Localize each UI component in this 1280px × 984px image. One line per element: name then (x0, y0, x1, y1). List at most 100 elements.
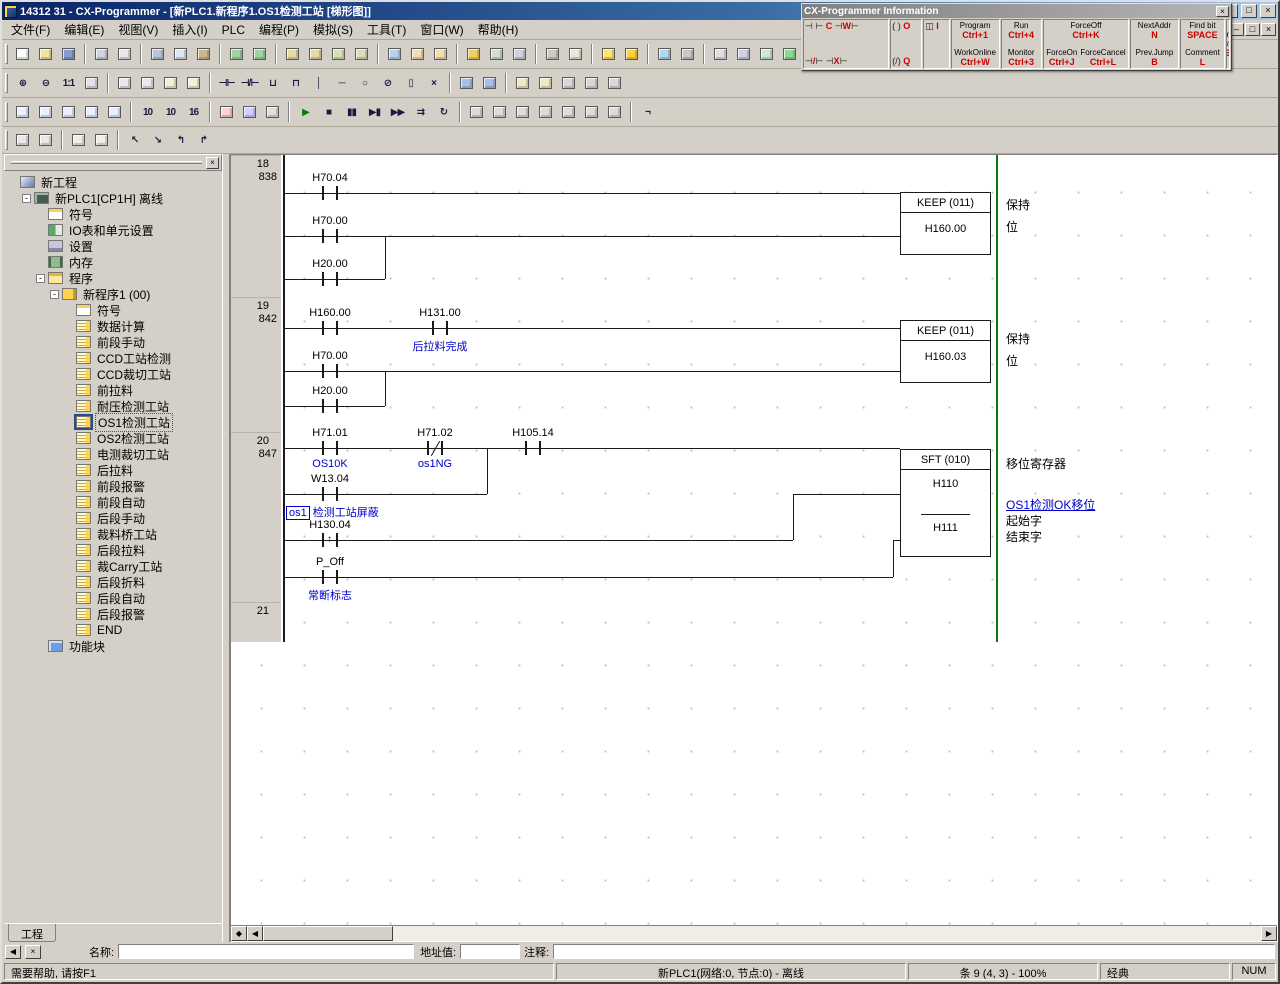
tree-item[interactable]: 前段手动 (4, 334, 222, 350)
mdi-restore-button[interactable]: □ (1245, 23, 1260, 36)
trace-4-button[interactable] (534, 101, 557, 123)
find-bit-address-button[interactable] (327, 43, 350, 65)
tree-item[interactable]: 后段自动 (4, 590, 222, 606)
expand-sections-button[interactable] (67, 129, 90, 151)
tree-item[interactable]: -新PLC1[CP1H] 离线 (4, 190, 222, 206)
tree-item[interactable]: 新工程 (4, 174, 222, 190)
tree-item[interactable]: 前段报警 (4, 478, 222, 494)
display-signed-decimal-button[interactable]: 10 (159, 101, 182, 123)
toolbar-grip[interactable] (5, 73, 8, 93)
new-open-contact-button[interactable]: ⊣⊢ (215, 72, 238, 94)
toolbar-grip[interactable] (5, 44, 8, 64)
go-rung-top-button[interactable]: ↖ (123, 129, 146, 151)
new-horizontal-line-button[interactable]: ─ (330, 72, 353, 94)
tree-item[interactable]: 后段折料 (4, 574, 222, 590)
save-button[interactable] (57, 43, 80, 65)
tree-item[interactable]: END (4, 622, 222, 638)
online-edit-send-button[interactable] (580, 72, 603, 94)
show-comments-button[interactable] (159, 72, 182, 94)
cross-reference-button[interactable] (508, 43, 531, 65)
ladder-contact[interactable] (322, 399, 324, 413)
rung-number-cell[interactable]: 21 (231, 602, 281, 642)
tree-expander-icon[interactable]: - (22, 194, 31, 203)
ladder-contact[interactable] (322, 321, 324, 335)
ladder-contact[interactable] (322, 229, 324, 243)
new-closed-contact-button[interactable]: ⊣/⊢ (238, 72, 261, 94)
scroll-left-button[interactable]: ◀ (247, 926, 263, 941)
find-button[interactable] (281, 43, 304, 65)
trace-2-button[interactable] (488, 101, 511, 123)
information-close-button[interactable]: × (1216, 6, 1229, 17)
cascade-windows-button[interactable] (34, 101, 57, 123)
monitor-button[interactable] (653, 43, 676, 65)
rung-wrap-button[interactable] (136, 72, 159, 94)
tree-item[interactable]: 前段自动 (4, 494, 222, 510)
scrollbar-track[interactable] (393, 926, 1261, 941)
menu-item[interactable]: 编程(P) (252, 19, 306, 40)
menu-item[interactable]: 文件(F) (4, 19, 57, 40)
ladder-contact[interactable] (336, 272, 338, 286)
ladder-contact[interactable] (432, 321, 434, 335)
trace-6-button[interactable] (580, 101, 603, 123)
stop-button[interactable]: ■ (317, 101, 340, 123)
zoom-out-button[interactable]: ⊖ (34, 72, 57, 94)
new-closed-coil-button[interactable]: ⊘ (376, 72, 399, 94)
ladder-contact[interactable] (525, 441, 527, 455)
ladder-contact[interactable] (336, 441, 338, 455)
undo-button[interactable] (225, 43, 248, 65)
about-button[interactable] (383, 43, 406, 65)
field-clear-button[interactable]: × (25, 945, 41, 959)
insert-rung-below-button[interactable] (34, 129, 57, 151)
tree-item[interactable]: -程序 (4, 270, 222, 286)
tree-item[interactable]: 符号 (4, 206, 222, 222)
new-function-block-button[interactable] (455, 72, 478, 94)
new-closed-or-contact-button[interactable]: ⊓ (284, 72, 307, 94)
trace-3-button[interactable] (511, 101, 534, 123)
ladder-contact[interactable] (322, 487, 324, 501)
collapse-sections-button[interactable] (90, 129, 113, 151)
tree-item[interactable]: 裁料桥工站 (4, 526, 222, 542)
edit-rung-comment-button[interactable] (534, 72, 557, 94)
menu-item[interactable]: PLC (215, 21, 252, 39)
print-button[interactable] (90, 43, 113, 65)
online-edit-begin-button[interactable] (557, 72, 580, 94)
tree-item[interactable]: CCD工站检测 (4, 350, 222, 366)
force-cancel-button[interactable] (261, 101, 284, 123)
information-window-titlebar[interactable]: CX-Programmer Information × (802, 4, 1231, 18)
paste-button[interactable] (192, 43, 215, 65)
scroll-right-button[interactable]: ▶ (1261, 926, 1277, 941)
tree-item[interactable]: 后段报警 (4, 606, 222, 622)
force-off-button[interactable] (238, 101, 261, 123)
trace-1-button[interactable] (465, 101, 488, 123)
redo-button[interactable] (248, 43, 271, 65)
menu-item[interactable]: 插入(I) (165, 19, 214, 40)
auto-online-button[interactable] (620, 43, 643, 65)
new-vertical-line-button[interactable]: │ (307, 72, 330, 94)
menu-item[interactable]: 窗口(W) (413, 19, 470, 40)
zoom-fit-button[interactable] (80, 72, 103, 94)
ladder-contact[interactable] (322, 364, 324, 378)
name-field[interactable] (118, 944, 414, 959)
display-hex-button[interactable]: 16 (182, 101, 205, 123)
workspace-close-button[interactable]: × (206, 157, 219, 169)
options-button[interactable] (541, 43, 564, 65)
ladder-contact[interactable] (336, 399, 338, 413)
insert-rung-above-button[interactable] (11, 129, 34, 151)
differential-monitor-button[interactable]: ¬ (636, 101, 659, 123)
display-decimal-button[interactable]: 10 (136, 101, 159, 123)
tree-item[interactable]: 数据计算 (4, 318, 222, 334)
comment-field[interactable] (553, 944, 1275, 959)
work-online-button[interactable] (597, 43, 620, 65)
trace-7-button[interactable] (603, 101, 626, 123)
debug-mode-button[interactable] (732, 43, 755, 65)
pause-button[interactable]: ▮▮ (340, 101, 363, 123)
toolbar-grip[interactable] (5, 102, 8, 122)
run-button[interactable]: ▶ (294, 101, 317, 123)
ladder-contact[interactable] (322, 570, 324, 584)
scan-run-button[interactable]: ↻ (432, 101, 455, 123)
scrollbar-thumb[interactable] (263, 926, 393, 941)
force-on-button[interactable] (215, 101, 238, 123)
scrollbar-corner-button[interactable]: ◆ (231, 926, 247, 941)
find-retrace-button[interactable] (350, 43, 373, 65)
ladder-contact[interactable] (322, 533, 324, 547)
